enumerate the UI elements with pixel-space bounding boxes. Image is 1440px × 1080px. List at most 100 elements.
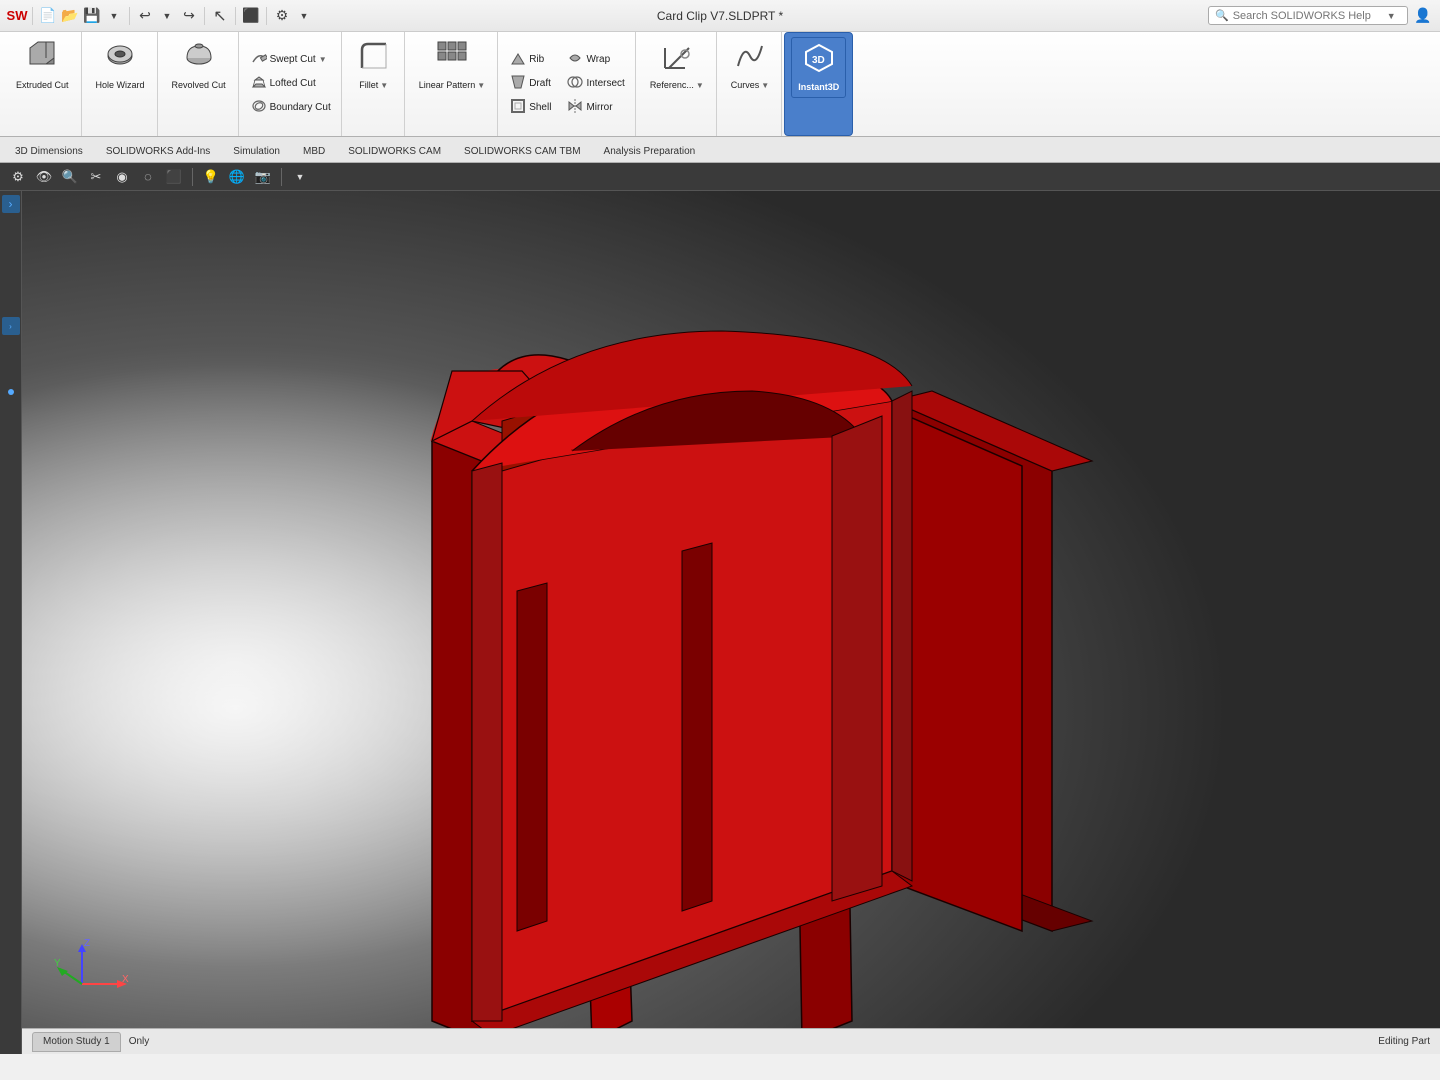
secondary-toolbar: ⚙ 👁 🔍 ✂ ◉ ◌ ⬛ 💡 🌐 📷 ▼ (0, 163, 1440, 191)
swept-cut-button[interactable]: Swept Cut ▼ (247, 48, 335, 71)
lp-dropdown-icon[interactable]: ▼ (477, 81, 485, 90)
zoom-icon[interactable]: 🔍 (60, 167, 80, 187)
shell-label: Shell (529, 102, 551, 113)
display-mode-icon[interactable]: ◉ (112, 167, 132, 187)
instant3d-group: 3D Instant3D (784, 32, 853, 136)
separator (204, 7, 205, 25)
sidebar-indicator-1[interactable]: › (2, 317, 20, 335)
rib-button[interactable]: Rib (506, 48, 555, 71)
editing-status: Editing Part (1378, 1036, 1430, 1047)
revolved-cut-label: Revolved Cut (172, 80, 226, 91)
fillet-dropdown-icon[interactable]: ▼ (380, 81, 388, 90)
intersect-icon (567, 74, 583, 93)
status-text: Only (129, 1036, 150, 1047)
user-icon[interactable]: 👤 (1414, 7, 1432, 25)
tab-3d-dimensions[interactable]: 3D Dimensions (4, 140, 94, 162)
wrap-label: Wrap (586, 54, 610, 65)
section-view-icon[interactable]: ✂ (86, 167, 106, 187)
curves-button[interactable]: Curves ▼ (725, 36, 775, 95)
draft-button[interactable]: Draft (506, 72, 555, 95)
redo-icon[interactable]: ↪ (180, 7, 198, 25)
main-area: › › (0, 191, 1440, 1054)
tab-simulation[interactable]: Simulation (222, 140, 291, 162)
view-settings-icon[interactable]: ⚙ (8, 167, 28, 187)
view-orientation-icon[interactable]: 👁 (34, 167, 54, 187)
sec-sep-2 (281, 168, 282, 186)
hole-wizard-button[interactable]: Hole Wizard (90, 36, 151, 95)
open-icon[interactable]: 📂 (61, 7, 79, 25)
hide-show-icon[interactable]: ◌ (138, 167, 158, 187)
extruded-cut-button[interactable]: Extruded Cut (10, 36, 75, 95)
viewport[interactable]: Z X Y Motion Study 1 Only Editing Part (22, 191, 1440, 1054)
search-dropdown-icon[interactable]: ▼ (1387, 11, 1396, 21)
camera-icon[interactable]: 📷 (253, 167, 273, 187)
rebuild-icon[interactable]: ⬛ (242, 7, 260, 25)
lofted-cut-icon (251, 74, 267, 93)
scene-icon[interactable]: 🌐 (227, 167, 247, 187)
titlebar-left: SW 📄 📂 💾 ▼ ↩ ▼ ↪ ↖ ⬛ ⚙ ▼ (8, 7, 313, 25)
boundary-cut-button[interactable]: Boundary Cut (247, 96, 335, 119)
rib-label: Rib (529, 54, 544, 65)
separator (32, 7, 33, 25)
fillet-icon (358, 40, 390, 77)
hole-wizard-group: Hole Wizard (84, 32, 158, 136)
boundary-cut-icon (251, 98, 267, 117)
revolved-cut-group: Revolved Cut (160, 32, 239, 136)
revolved-cut-icon (183, 40, 215, 77)
save-dropdown-icon[interactable]: ▼ (105, 7, 123, 25)
fillet-button[interactable]: Fillet ▼ (350, 36, 398, 95)
options-dropdown-icon[interactable]: ▼ (295, 7, 313, 25)
shell-button[interactable]: Shell (506, 96, 555, 119)
curves-label: Curves (731, 80, 760, 91)
revolved-cut-button[interactable]: Revolved Cut (166, 36, 232, 95)
instant3d-button[interactable]: 3D Instant3D (791, 37, 846, 98)
tab-sw-cam[interactable]: SOLIDWORKS CAM (337, 140, 452, 162)
swept-cut-dropdown[interactable]: ▼ (319, 55, 327, 64)
rib-icon (510, 50, 526, 69)
svg-text:Y: Y (54, 958, 61, 969)
swept-cut-label: Swept Cut (270, 54, 316, 65)
reference-label: Referenc... (650, 80, 694, 91)
select-icon[interactable]: ↖ (211, 7, 229, 25)
instant3d-label: Instant3D (798, 82, 839, 93)
instant3d-icon: 3D (803, 42, 835, 79)
tab-analysis[interactable]: Analysis Preparation (593, 140, 707, 162)
titlebar-right: 🔍 ▼ 👤 (1208, 6, 1432, 25)
wrap-button[interactable]: Wrap (563, 48, 628, 71)
intersect-label: Intersect (586, 78, 624, 89)
new-icon[interactable]: 📄 (39, 7, 57, 25)
separator (235, 7, 236, 25)
ref-dropdown-icon[interactable]: ▼ (696, 81, 704, 90)
edit-appear-icon[interactable]: ⬛ (164, 167, 184, 187)
undo-dropdown-icon[interactable]: ▼ (158, 7, 176, 25)
lighting-icon[interactable]: 💡 (201, 167, 221, 187)
save-icon[interactable]: 💾 (83, 7, 101, 25)
separator (129, 7, 130, 25)
3d-model (22, 191, 1440, 1054)
reference-icon (661, 40, 693, 77)
mirror-label: Mirror (586, 102, 612, 113)
lofted-cut-button[interactable]: Lofted Cut (247, 72, 335, 95)
draft-label: Draft (529, 78, 551, 89)
motion-study-tab[interactable]: Motion Study 1 (32, 1032, 121, 1052)
status-right: Editing Part (1378, 1036, 1430, 1047)
tab-mbd[interactable]: MBD (292, 140, 336, 162)
more-options-icon[interactable]: ▼ (290, 167, 310, 187)
intersect-button[interactable]: Intersect (563, 72, 628, 95)
sidebar-arrow-btn[interactable]: › (2, 195, 20, 213)
tab-sw-cam-tbm[interactable]: SOLIDWORKS CAM TBM (453, 140, 592, 162)
draft-icon (510, 74, 526, 93)
tab-addins[interactable]: SOLIDWORKS Add-Ins (95, 140, 221, 162)
svg-text:Z: Z (84, 938, 90, 949)
search-input[interactable] (1233, 10, 1383, 22)
mirror-button[interactable]: Mirror (563, 96, 628, 119)
options-icon[interactable]: ⚙ (273, 7, 291, 25)
mirror-icon (567, 98, 583, 117)
reference-button[interactable]: Referenc... ▼ (644, 36, 710, 95)
undo-icon[interactable]: ↩ (136, 7, 154, 25)
linear-pattern-button[interactable]: Linear Pattern ▼ (413, 36, 491, 95)
curves-dropdown-icon[interactable]: ▼ (761, 81, 769, 90)
boundary-cut-label: Boundary Cut (270, 102, 331, 113)
lofted-cut-label: Lofted Cut (270, 78, 316, 89)
sw-logo-icon[interactable]: SW (8, 7, 26, 25)
